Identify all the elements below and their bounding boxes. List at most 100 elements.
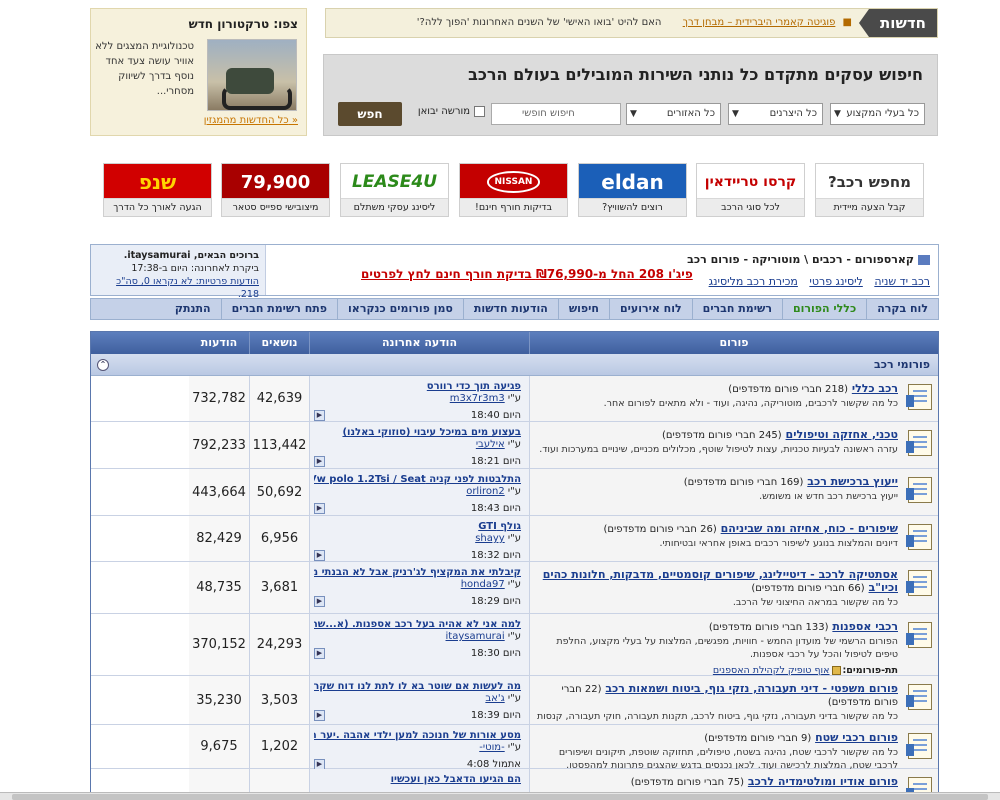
- nav-new-posts[interactable]: הודעות חדשות: [462, 299, 558, 319]
- forum-cell: שיפורים - כוח, אחיזה ומה שביניהם (26 חבר…: [529, 516, 938, 561]
- last-post-title[interactable]: פגיעה תוך כדי רוורס: [314, 381, 521, 392]
- used-cars-link[interactable]: רכב יד שניה: [874, 275, 930, 288]
- go-to-post-icon[interactable]: ▶: [314, 410, 325, 421]
- nav-forum-rules[interactable]: כללי הפורום: [781, 299, 866, 319]
- news-link[interactable]: פוגיטה קאמרי היברידית – מבחן דרך: [683, 17, 836, 28]
- business-type-select[interactable]: כל בעלי המקצוע ▼: [830, 103, 925, 125]
- last-post-date: היום 18:32 ▶: [314, 550, 521, 561]
- make-select[interactable]: כל היצרנים ▼: [728, 103, 823, 125]
- promo-link[interactable]: פיג'ו 208 החל מ-₪76,990 בדיקת חורף חינם …: [361, 267, 693, 281]
- banner-lease4u[interactable]: LEASE4U ליסינג עסקי משתלם: [340, 163, 449, 217]
- go-to-post-icon[interactable]: ▶: [314, 550, 325, 561]
- news-text: האם להיט 'בואו האישי' של השנים האחרונות …: [416, 17, 662, 28]
- scrollbar-thumb[interactable]: [12, 794, 988, 800]
- forum-description: הפורום הרשמי של מועדון החמש - חוויות, מפ…: [556, 636, 898, 660]
- atv-photo[interactable]: [207, 39, 297, 111]
- nav-calendar[interactable]: לוח אירועים: [608, 299, 692, 319]
- last-post-time: היום 18:32: [470, 550, 521, 561]
- checkbox-icon[interactable]: [474, 105, 485, 117]
- banner-caption: מיצובישי ספייס סטאר: [222, 198, 329, 216]
- all-news-link[interactable]: « כל החדשות מהמגזין: [204, 115, 298, 126]
- banner-mitsubishi[interactable]: 79,900 מיצובישי ספייס סטאר: [221, 163, 330, 217]
- forum-name-link[interactable]: פורום אודיו ומולטימדיה לרכב: [748, 775, 898, 788]
- nissan-logo-icon: NISSAN: [486, 171, 541, 193]
- leasing-sale-link[interactable]: מכירת רכב מליסינג: [709, 275, 798, 288]
- banner-carso-tradein[interactable]: קרסו טריידאין לכל סוגי הרכב: [696, 163, 805, 217]
- last-post-author-link[interactable]: itaysamurai: [446, 631, 505, 642]
- banner-nissan[interactable]: NISSAN בדיקות חורף חינם!: [459, 163, 568, 217]
- category-title[interactable]: פורומי רכב: [874, 358, 930, 371]
- last-post-title[interactable]: בעצוע מים במיכל עיבוי (סוזוקי באלנו): [314, 427, 521, 438]
- teaser-title[interactable]: צפו: טרקטורון חדש: [189, 17, 298, 31]
- search-button[interactable]: חפש: [338, 102, 402, 126]
- free-search-input[interactable]: חיפוש חופשי: [491, 103, 621, 125]
- last-post-author-link[interactable]: ג'אב: [485, 693, 504, 704]
- importer-checkbox[interactable]: מורשה יבואן: [418, 103, 485, 121]
- private-leasing-link[interactable]: ליסינג פרטי: [809, 275, 862, 288]
- last-post-time: היום 18:40: [470, 410, 521, 421]
- nav-logout[interactable]: התנתק: [165, 299, 221, 319]
- nav-mark-read[interactable]: סמן פורומים כנקראו: [337, 299, 463, 319]
- welcome-user: ברוכים הבאים, itaysamurai.: [123, 250, 259, 261]
- forum-name-link[interactable]: פורום משפטי - דיני תעבורה, נזקי גוף, ביט…: [605, 682, 898, 695]
- news-bullet-icon: ■: [842, 17, 852, 28]
- subforum-link[interactable]: אוף טופיק לקהילת האספנים: [713, 665, 830, 676]
- last-post-author-link[interactable]: honda97: [461, 579, 505, 590]
- forum-name-link[interactable]: רכבי אספנות: [832, 620, 898, 633]
- last-post-title[interactable]: גולף GTI: [314, 521, 521, 532]
- nav-control-panel[interactable]: לוח בקרה: [866, 299, 938, 319]
- horizontal-scrollbar[interactable]: [0, 792, 1000, 800]
- forum-status-icon: [906, 622, 932, 648]
- subforums-label: תת-פורומים:: [842, 665, 899, 676]
- last-post-title[interactable]: קיבלתי את המקציף לג'רניק אבל לא הבנתי מש…: [314, 567, 521, 578]
- last-post-title[interactable]: הם הגיעו הדאבל כאן ועכשיו: [314, 774, 521, 785]
- forum-row: אסתטיקה לרכב - דיטיילינג, שיפורים קוסמטי…: [91, 562, 938, 614]
- go-to-post-icon[interactable]: ▶: [314, 456, 325, 467]
- chevron-down-icon: ▼: [834, 109, 841, 119]
- last-post-author-link[interactable]: -מוטי-: [479, 742, 504, 753]
- forum-cell: רכב כללי (218 חברי פורום מדפדפים) כל מה ש…: [529, 376, 938, 421]
- posts-count: 82,429: [189, 516, 249, 561]
- forum-status-icon: [906, 384, 932, 410]
- forum-title: אסתטיקה לרכב - דיטיילינג, שיפורים קוסמטי…: [536, 568, 898, 594]
- last-post-author-link[interactable]: אילעבי: [476, 439, 505, 450]
- collapse-icon[interactable]: ⌃: [97, 359, 109, 371]
- forum-name-link[interactable]: טכני, אחזקה וטיפולים: [786, 428, 898, 441]
- go-to-post-icon[interactable]: ▶: [314, 596, 325, 607]
- news-ticker: ■ פוגיטה קאמרי היברידית – מבחן דרך האם ל…: [417, 9, 852, 37]
- go-to-post-icon[interactable]: ▶: [314, 648, 325, 659]
- last-post-title[interactable]: מה לעשות אם שוטר בא לו לתת לנו דוח שקרי …: [314, 681, 521, 692]
- forum-name-link[interactable]: רכב כללי: [852, 382, 898, 395]
- forum-name-link[interactable]: ייעוץ ברכישת רכב: [807, 475, 898, 488]
- topics-count: 3,503: [249, 676, 309, 724]
- forum-name-link[interactable]: שיפורים - כוח, אחיזה ומה שביניהם: [721, 522, 898, 535]
- last-post-title[interactable]: למה אני לא אהיה בעל רכב אספנות. (א...שרפ…: [314, 619, 521, 630]
- forum-viewers: (66 חברי פורום מדפדפים): [751, 583, 865, 594]
- go-to-post-icon[interactable]: ▶: [314, 503, 325, 514]
- banner-logo: NISSAN: [460, 164, 567, 200]
- forum-status-icon: [906, 430, 932, 456]
- nav-members-list[interactable]: רשימת חברים: [691, 299, 782, 319]
- last-post-author: ע"י itaysamurai: [314, 631, 521, 642]
- go-to-post-icon[interactable]: ▶: [314, 710, 325, 721]
- last-post-author-link[interactable]: shayy: [475, 533, 505, 544]
- last-post-author-link[interactable]: m3x7r3m3: [450, 393, 505, 404]
- banner-caption: בדיקות חורף חינם!: [460, 198, 567, 216]
- home-icon[interactable]: [918, 255, 930, 265]
- breadcrumb-text[interactable]: קארספורום - רכבים \ מוטוריקה - פורום רכב: [687, 253, 914, 266]
- region-select[interactable]: כל האזורים ▼: [626, 103, 721, 125]
- forum-name-link[interactable]: פורום רכבי שטח: [815, 731, 898, 744]
- last-post-title[interactable]: התלבטות לפני קניה Vw polo 1.2Tsi / Seat: [314, 474, 521, 485]
- nav-search[interactable]: חיפוש: [557, 299, 609, 319]
- posts-count: 370,152: [189, 614, 249, 675]
- banner-looking-for-car[interactable]: מחפש רכב? קבל הצעה מיידית: [815, 163, 924, 217]
- last-post-author-link[interactable]: orliron2: [466, 486, 505, 497]
- banner-eldan[interactable]: eldan רוצים להשוויץ?: [578, 163, 687, 217]
- by-label: ע"י: [507, 631, 521, 642]
- last-post-time: היום 18:30: [470, 648, 521, 659]
- last-post-title[interactable]: מסע אורות של חנוכה למען ילדי אהבה .יער ת…: [314, 730, 521, 741]
- category-header: פורומי רכב ⌃: [91, 354, 938, 376]
- forum-nav-bar: לוח בקרה כללי הפורום רשימת חברים לוח איר…: [90, 298, 939, 320]
- nav-open-buddy-list[interactable]: פתח רשימת חברים: [220, 299, 337, 319]
- banner-shnap[interactable]: שנפ הגעה לאורך כל הדרך: [103, 163, 212, 217]
